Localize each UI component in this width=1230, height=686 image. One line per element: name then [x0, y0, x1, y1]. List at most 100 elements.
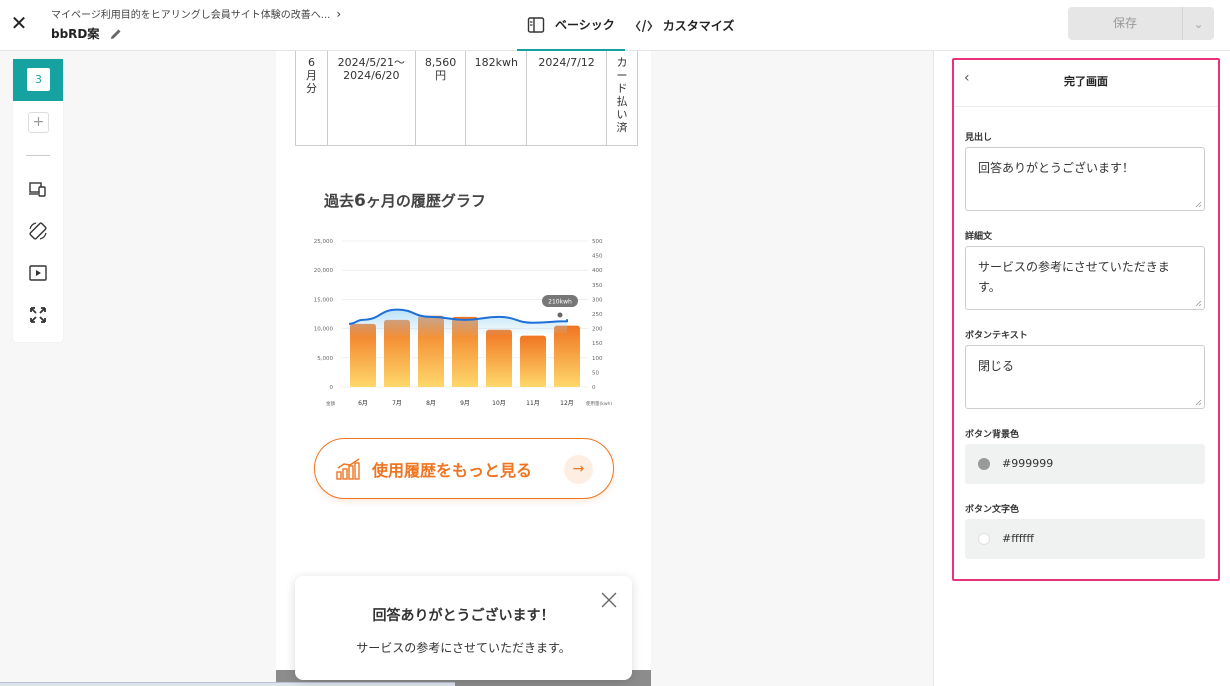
completion-toast: 回答ありがとうございます！ サービスの参考にさせていただきます。 [295, 576, 632, 680]
tab-basic[interactable]: ベーシック [517, 0, 625, 51]
x-tick-label: 8月 [426, 400, 436, 407]
left-toolbar: 3 + [13, 59, 63, 342]
color-swatch [978, 458, 990, 470]
top-bar: ✕ マイページ利用目的をヒアリングし会員サイト体験の改善へ... › bbRD案… [0, 0, 1230, 51]
field-label-heading: 見出し [965, 133, 993, 143]
date-cell: 2024/7/12 [526, 51, 607, 146]
button-bg-color-value: #999999 [1002, 457, 1054, 470]
usage-cell: 182kwh [465, 51, 528, 146]
mode-tabs: ベーシック カスタマイズ [517, 0, 744, 51]
breadcrumb[interactable]: マイページ利用目的をヒアリングし会員サイト体験の改善へ... › [51, 6, 342, 22]
chevron-right-icon: › [336, 6, 342, 21]
y-left-tick-label: 10,000 [314, 327, 334, 333]
y-right-axis-label: 使用量(kwh) [586, 400, 612, 407]
chart-tooltip-text: 210kwh [548, 299, 572, 306]
y-right-tick-label: 0 [592, 385, 596, 391]
chart-bar [486, 329, 512, 387]
x-tick-label: 9月 [460, 400, 470, 407]
chart-title-post: ヶ月の履歴グラフ [365, 192, 486, 210]
y-left-tick-label: 0 [330, 385, 334, 391]
resize-grip-icon[interactable] [1195, 300, 1202, 307]
button-text-textarea[interactable]: 閉じる [965, 345, 1205, 409]
chart-title-num: 6 [354, 191, 366, 211]
pencil-icon[interactable] [109, 27, 123, 41]
completion-settings-box: ‹ 完了画面 見出し 回答ありがとうございます！ 詳細文 サービスの参考にさせて… [952, 58, 1220, 581]
chart-bar [520, 335, 546, 387]
bottom-strip [0, 682, 455, 686]
tab-basic-label: ベーシック [555, 18, 615, 32]
y-right-tick-label: 50 [592, 370, 599, 376]
toast-body: サービスの参考にさせていただきます。 [356, 641, 571, 655]
detail-value: サービスの参考にさせていただきます。 [978, 260, 1170, 294]
button-text-value: 閉じる [978, 359, 1015, 373]
save-button[interactable]: 保存 [1068, 7, 1182, 40]
month-cell: 6月分 [295, 51, 328, 146]
x-tick-label: 6月 [358, 400, 368, 407]
y-right-tick-label: 500 [592, 239, 603, 245]
x-tick-label: 10月 [492, 400, 506, 407]
y-left-tick-label: 20,000 [314, 268, 334, 274]
chart-title-pre: 過去 [324, 192, 355, 210]
tab-customize[interactable]: カスタマイズ [625, 0, 745, 51]
arrow-right-icon: → [564, 455, 593, 484]
responsive-devices-icon[interactable] [28, 179, 48, 199]
detail-textarea[interactable]: サービスの参考にさせていただきます。 [965, 246, 1205, 310]
heading-textarea[interactable]: 回答ありがとうございます！ [965, 147, 1205, 211]
period-cell: 2024/5/21〜 2024/6/20 [326, 51, 416, 146]
heading-value: 回答ありがとうございます！ [978, 161, 1135, 175]
y-right-tick-label: 200 [592, 327, 603, 333]
billing-table: 6月分 2024/5/21〜 2024/6/20 8,560 円 182kwh … [295, 51, 639, 146]
color-swatch [978, 533, 990, 545]
y-left-axis-label: 金額 [326, 400, 335, 407]
panel-header: ‹ 完了画面 [954, 60, 1218, 107]
step-number: 3 [27, 68, 50, 91]
usage-chart: 25,00020,00015,00010,0005,00005004504003… [314, 239, 613, 407]
period-start: 2024/5/21〜 [337, 56, 406, 69]
toast-heading: 回答ありがとうございます！ [372, 608, 555, 624]
amount-number: 8,560 [424, 56, 457, 69]
field-label-button-bg: ボタン背景色 [965, 430, 1020, 440]
button-bg-color-picker[interactable]: #999999 [965, 444, 1205, 484]
resize-grip-icon[interactable] [1195, 399, 1202, 406]
y-left-tick-label: 15,000 [314, 297, 334, 303]
status-cell: カード払い済 [605, 51, 639, 146]
field-label-button-text: ボタンテキスト [965, 331, 1028, 341]
bar-chart-icon [336, 457, 360, 480]
x-tick-label: 12月 [560, 400, 574, 407]
y-right-tick-label: 100 [592, 356, 603, 362]
view-more-label: 使用履歴をもっと見る [372, 460, 533, 480]
save-dropdown-button[interactable]: ⌄ [1182, 7, 1214, 40]
resize-grip-icon[interactable] [1195, 201, 1202, 208]
y-right-tick-label: 250 [592, 312, 603, 318]
add-step-button[interactable]: + [28, 112, 49, 133]
x-tick-label: 11月 [526, 400, 540, 407]
step-item[interactable]: 3 [13, 59, 63, 101]
period-end: 2024/6/20 [343, 69, 400, 82]
field-label-detail: 詳細文 [965, 232, 993, 242]
y-left-tick-label: 5,000 [317, 356, 333, 362]
field-label-button-text-color: ボタン文字色 [965, 505, 1020, 515]
preview-play-icon[interactable] [28, 263, 48, 283]
amount-unit: 円 [435, 69, 447, 82]
layout-icon [527, 16, 545, 33]
y-right-tick-label: 400 [592, 268, 603, 274]
breadcrumb-text: マイページ利用目的をヒアリングし会員サイト体験の改善へ... [51, 10, 331, 21]
settings-panel: ‹ 完了画面 見出し 回答ありがとうございます！ 詳細文 サービスの参考にさせて… [933, 51, 1230, 686]
y-left-tick-label: 25,000 [314, 239, 334, 245]
chevron-down-icon: ⌄ [1193, 16, 1204, 31]
y-right-tick-label: 150 [592, 341, 603, 347]
y-right-tick-label: 300 [592, 297, 603, 303]
y-right-tick-label: 350 [592, 283, 603, 289]
toolbar-divider [26, 155, 50, 156]
project-name: bbRD案 [51, 27, 100, 41]
view-more-history-button[interactable]: 使用履歴をもっと見る → [314, 438, 614, 499]
chart-title: 過去6ヶ月の履歴グラフ [324, 190, 486, 211]
close-icon[interactable]: ✕ [8, 10, 30, 36]
project-title: bbRD案 [51, 25, 123, 42]
button-text-color-picker[interactable]: #ffffff [965, 519, 1205, 559]
expand-icon[interactable] [28, 305, 48, 325]
panel-title: 完了画面 [1064, 75, 1108, 88]
rotate-screen-icon[interactable] [28, 221, 48, 241]
button-text-color-value: #ffffff [1002, 532, 1034, 545]
tab-customize-label: カスタマイズ [662, 19, 735, 33]
